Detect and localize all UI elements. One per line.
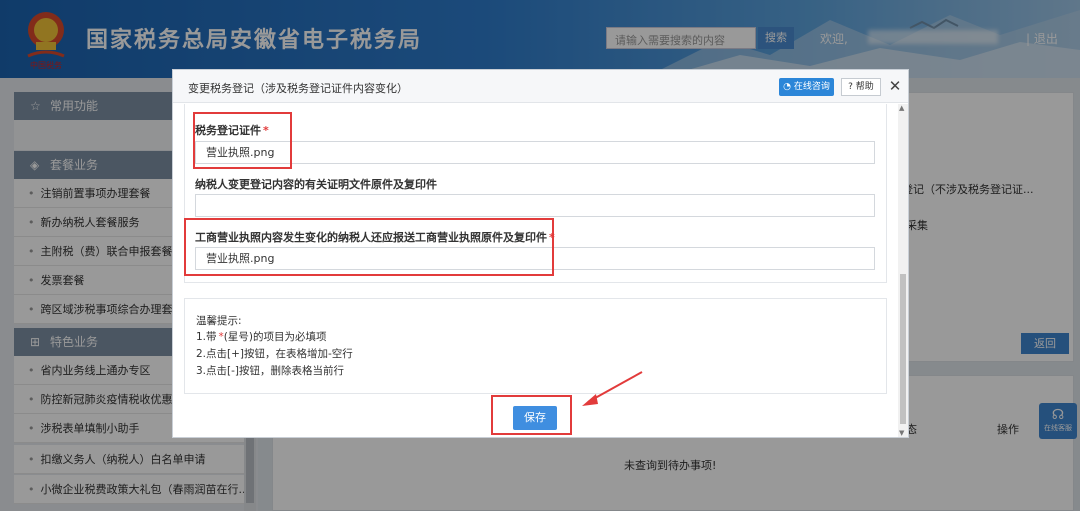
field-label-proof-docs: 纳税人变更登记内容的有关证明文件原件及复印件 (195, 178, 437, 191)
dialog-title: 变更税务登记（涉及税务登记证件内容变化） (188, 82, 408, 95)
online-consult-button[interactable]: ◔ 在线咨询 (779, 78, 834, 96)
annotation-box-save (491, 395, 572, 435)
close-icon[interactable]: ✕ (886, 76, 904, 96)
tip-line-3: 3.点击[-]按钮，删除表格当前行 (196, 365, 344, 377)
scroll-down-icon[interactable]: ▼ (899, 429, 904, 437)
scroll-up-icon[interactable]: ▲ (899, 104, 904, 112)
dialog-header: 变更税务登记（涉及税务登记证件内容变化） ◔ 在线咨询 ? 帮助 ✕ (173, 70, 908, 103)
proof-docs-file-input[interactable] (195, 194, 875, 217)
annotation-box-tax-cert (193, 112, 292, 169)
tip-line-1: 1.带 *(星号)的项目为必填项 (196, 331, 327, 343)
tips-panel: 温馨提示: 1.带 *(星号)的项目为必填项 2.点击[+]按钮，在表格增加-空行… (184, 298, 887, 394)
help-button[interactable]: ? 帮助 (841, 78, 881, 96)
dialog-scrollbar[interactable]: ▲ ▼ (898, 104, 908, 437)
scrollbar-thumb[interactable] (900, 274, 906, 424)
tip-line-2: 2.点击[+]按钮，在表格增加-空行 (196, 348, 353, 360)
headset-icon: ◔ (783, 82, 791, 92)
annotation-box-business-license (184, 218, 554, 276)
tax-cert-file-input[interactable]: 营业执照.png (195, 141, 875, 164)
annotation-arrow-icon (582, 371, 643, 406)
tips-title: 温馨提示: (196, 315, 242, 327)
